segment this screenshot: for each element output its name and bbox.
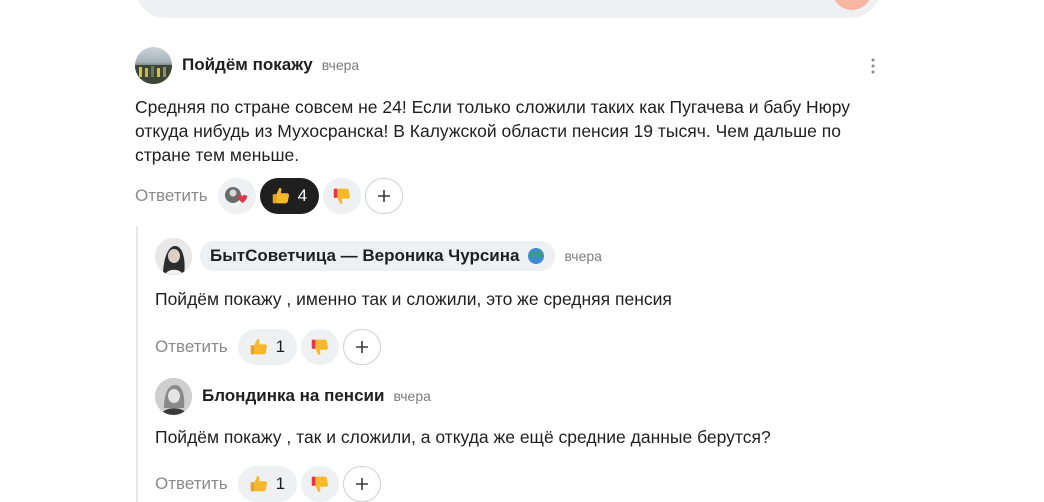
- avatar-image: [155, 377, 192, 415]
- like-count: 1: [275, 337, 286, 356]
- dislike-button[interactable]: [323, 178, 362, 214]
- like-button[interactable]: 1: [237, 466, 298, 502]
- reply-actions: Ответить 1: [155, 329, 855, 365]
- author-chip[interactable]: БытСоветчица — Вероника Чурсина: [200, 241, 556, 271]
- avatar-image: [155, 237, 192, 275]
- comment-input[interactable]: [136, 0, 880, 18]
- reply-author[interactable]: Блондинка на пенсии: [202, 386, 384, 406]
- dislike-button[interactable]: [301, 329, 340, 365]
- plus-icon: [356, 478, 369, 490]
- thumbs-down-icon: [311, 339, 329, 355]
- comment-text: Средняя по стране совсем не 24! Если тол…: [135, 97, 851, 165]
- add-reaction-button[interactable]: [343, 466, 382, 502]
- avatar[interactable]: [135, 46, 172, 84]
- like-button[interactable]: 1: [237, 329, 298, 365]
- thumbs-down-icon: [333, 188, 351, 204]
- add-reaction-button[interactable]: [343, 329, 382, 365]
- globe-icon: [528, 248, 545, 264]
- comment-time: вчера: [321, 57, 360, 73]
- reply-time: вчера: [564, 248, 602, 264]
- add-reaction-button[interactable]: [365, 178, 404, 214]
- comment: Пойдём покажу вчера Средняя по стране со…: [135, 46, 855, 214]
- reply-text: Пойдём покажу , именно так и сложили, эт…: [155, 289, 672, 309]
- like-count: 4: [297, 186, 308, 205]
- reply-button[interactable]: Ответить: [135, 186, 208, 206]
- reply-header: БытСоветчица — Вероника Чурсина вчера: [155, 237, 855, 275]
- reply-author[interactable]: БытСоветчица — Вероника Чурсина: [210, 246, 519, 266]
- thumbs-up-icon: [272, 188, 289, 204]
- comment-author[interactable]: Пойдём покажу: [182, 55, 313, 75]
- plus-icon: [356, 341, 369, 353]
- reactions-summary-button[interactable]: [217, 178, 256, 214]
- comment-actions: Ответить 4: [135, 178, 855, 214]
- comment-header: Пойдём покажу вчера: [135, 46, 855, 84]
- reply: Блондинка на пенсии вчера Пойдём покажу …: [155, 377, 855, 502]
- like-count: 1: [275, 474, 286, 493]
- reply-button[interactable]: Ответить: [155, 474, 228, 494]
- reply-button[interactable]: Ответить: [155, 337, 228, 357]
- reaction-avatars-icon: [224, 187, 247, 203]
- avatar[interactable]: [155, 237, 192, 275]
- reply-header: Блондинка на пенсии вчера: [155, 377, 855, 415]
- more-vertical-icon[interactable]: [870, 58, 876, 74]
- like-button[interactable]: 4: [259, 178, 320, 214]
- avatar-image: [135, 64, 172, 84]
- thumbs-up-icon: [250, 339, 267, 355]
- plus-icon: [378, 190, 391, 202]
- avatar[interactable]: [155, 377, 192, 415]
- reply-text: Пойдём покажу , так и сложили, а откуда …: [155, 427, 771, 447]
- thumbs-up-icon: [250, 476, 267, 492]
- dislike-button[interactable]: [301, 466, 340, 502]
- reply-time: вчера: [393, 388, 431, 404]
- reply-actions: Ответить 1: [155, 466, 855, 502]
- thread-line: [136, 226, 138, 502]
- thumbs-down-icon: [311, 476, 329, 492]
- reply: БытСоветчица — Вероника Чурсина вчера По…: [155, 237, 855, 365]
